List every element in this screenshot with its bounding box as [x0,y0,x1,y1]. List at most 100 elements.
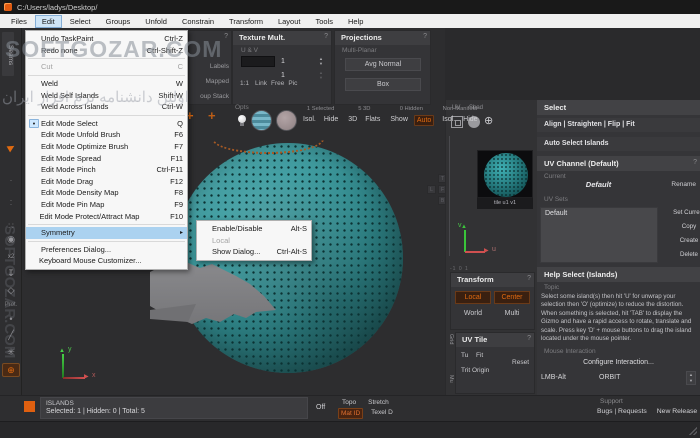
bugs-requests-link[interactable]: Bugs | Requests [597,408,647,415]
projection-button-box[interactable]: Box [345,78,421,91]
edge-icon[interactable]: ╱ [0,329,22,341]
plain-sphere-thumb[interactable] [276,110,297,131]
menubar-item-select[interactable]: Select [63,15,98,28]
off-button[interactable]: Off [316,404,325,411]
texture-mult-button-pic[interactable]: Pic [288,80,297,87]
texture-mult-button-free[interactable]: Free [271,80,284,87]
viewport-button-show[interactable]: Show [388,115,410,126]
viewport-button-hide[interactable]: Hide [461,115,479,124]
menu-item-weld-self-islands[interactable]: Weld Self IslandsShift-W [26,89,187,101]
globe-wire-icon[interactable]: ⊕ [484,114,493,127]
texture-mult-button-link[interactable]: Link [255,80,267,87]
view-key-l[interactable]: L [427,185,436,194]
origin-button[interactable]: Trit Origin [461,367,489,374]
menu-item-preferences-dialog[interactable]: Preferences Dialog... [26,244,187,256]
star-icon[interactable]: ✳ [0,346,22,358]
pin-icon[interactable]: ? [527,335,531,342]
handle-grid-icon[interactable]: ∷ [0,220,22,232]
menubar-item-help[interactable]: Help [341,15,370,28]
menu-item-edit-mode-density-map[interactable]: Edit Mode Density MapF8 [26,187,187,199]
point-icon[interactable]: • [0,313,22,325]
pin-icon[interactable]: ? [324,33,328,40]
uv-circle-icon[interactable]: ◉ [0,233,22,245]
menu-item-edit-mode-protect-attract-map[interactable]: Edit Mode Protect/Attract MapF10 [26,210,187,222]
status-button-stretch[interactable]: Stretch [366,398,391,407]
grid-tab[interactable]: Grid [446,334,454,360]
menubar-item-transform[interactable]: Transform [222,15,270,28]
view-key-f[interactable]: F [438,185,445,194]
menu-item-edit-mode-pin-map[interactable]: Edit Mode Pin MapF9 [26,199,187,211]
viewport-button-flats[interactable]: Flats [363,115,382,124]
binding-spinner[interactable]: ▲▼ [686,371,696,385]
uv-sets-button-create[interactable]: Create [661,235,700,247]
uv-sets-button-copy[interactable]: Copy [661,221,700,233]
transform-button-multi[interactable]: Multi [494,307,530,320]
view-key-t[interactable]: T [438,174,445,183]
rename-button[interactable]: Rename [671,181,696,188]
x2-icon[interactable]: x2 [0,251,22,263]
uv-sets-button-delete[interactable]: Delete [661,249,700,261]
light-bulb-icon[interactable] [238,115,246,123]
menubar-item-layout[interactable]: Layout [271,15,308,28]
menu-item-edit-mode-spread[interactable]: Edit Mode SpreadF11 [26,152,187,164]
mouse-tab[interactable]: Mu [446,375,454,393]
globe-icon[interactable]: ⊕ [2,363,20,377]
viewport-button-auto[interactable]: Auto [414,115,434,126]
u-spinner[interactable]: ▲▼ [317,56,325,66]
menubar-item-tools[interactable]: Tools [308,15,340,28]
pin-icon[interactable]: ? [693,159,697,166]
fit-button[interactable]: Fit [476,352,483,359]
submenu-item-enable-disable[interactable]: Enable/DisableAlt-S [197,223,311,235]
menubar-item-files[interactable]: Files [4,15,34,28]
resize-grip[interactable] [689,427,697,435]
tu-button[interactable]: Tu [461,352,468,359]
texture-mult-button-1-1[interactable]: 1:1 [238,79,251,88]
view-key-b[interactable]: B [438,196,445,205]
submenu-item-show-dialog[interactable]: Show Dialog...Ctrl-Alt-S [197,246,311,258]
seams-tab[interactable]: Seams [2,32,14,76]
reset-button[interactable]: Reset [512,359,529,366]
pin-icon[interactable]: ? [423,33,427,40]
handle-dot-icon[interactable]: · [0,174,22,186]
pin-icon[interactable]: ↧ [0,267,22,279]
uv-sets-list[interactable]: Default [540,207,658,263]
configure-interaction-link[interactable]: Configure Interaction... [537,359,700,366]
shield-icon[interactable]: ◇ [0,284,22,296]
projection-button-avg-normal[interactable]: Avg Normal [345,58,421,71]
menubar-item-unfold[interactable]: Unfold [138,15,174,28]
transform-button-center[interactable]: Center [494,291,530,304]
u-value-field[interactable] [241,56,275,67]
pin-icon[interactable]: ? [224,33,228,40]
menu-item-edit-mode-drag[interactable]: Edit Mode DragF12 [26,176,187,188]
pin-icon[interactable]: ? [527,275,531,282]
menu-item-redo-none[interactable]: Redo noneCtrl-Shift-Z [26,45,187,57]
viewport-button-hide[interactable]: Hide [322,115,340,124]
menu-item-edit-mode-pinch[interactable]: Edit Mode PinchCtrl-F11 [26,164,187,176]
menu-item-weld[interactable]: WeldW [26,78,187,90]
mouse-binding-row[interactable]: LMB-Alt ORBIT ▲▼ [541,371,696,385]
menu-item-symmetry[interactable]: Symmetry▸ [26,227,187,239]
status-button-mat-id[interactable]: Mat ID [338,408,363,419]
handle-dots-icon[interactable]: : [0,196,22,208]
align-straighten-flip-fit-row[interactable]: Align | Straighten | Flip | Fit [537,118,700,132]
menu-item-weld-across-islands[interactable]: Weld Across IslandsCtrl-W [26,101,187,113]
submenu-item-local[interactable]: Local [197,235,311,247]
menubar-item-constrain[interactable]: Constrain [175,15,221,28]
menu-item-cut[interactable]: CutC [26,61,187,73]
uv-sets-button-set-current[interactable]: Set Current [661,207,700,219]
menu-item-keyboard-mouse-customizer[interactable]: Keyboard Mouse Customizer... [26,255,187,267]
textured-sphere-thumb[interactable] [251,110,272,131]
transform-button-local[interactable]: Local [455,291,491,304]
viewport-button-isol[interactable]: Isol. [440,115,457,124]
status-button-topo[interactable]: Topo [340,398,358,407]
uv-set-item-default[interactable]: Default [541,208,657,219]
new-release-link[interactable]: New Release [657,408,697,415]
status-button-texel-d[interactable]: Texel D [369,408,395,419]
viewport-button-3d[interactable]: 3D [346,115,359,124]
uv-preview-thumb[interactable] [477,150,533,198]
prot-label[interactable]: Prot. [0,299,22,311]
select-cursor-icon[interactable]: ▶ [0,136,24,157]
transform-button-world[interactable]: World [455,307,491,320]
menu-item-edit-mode-select[interactable]: •Edit Mode SelectQ [26,118,187,130]
viewport-button-isol[interactable]: Isol. [301,115,318,124]
